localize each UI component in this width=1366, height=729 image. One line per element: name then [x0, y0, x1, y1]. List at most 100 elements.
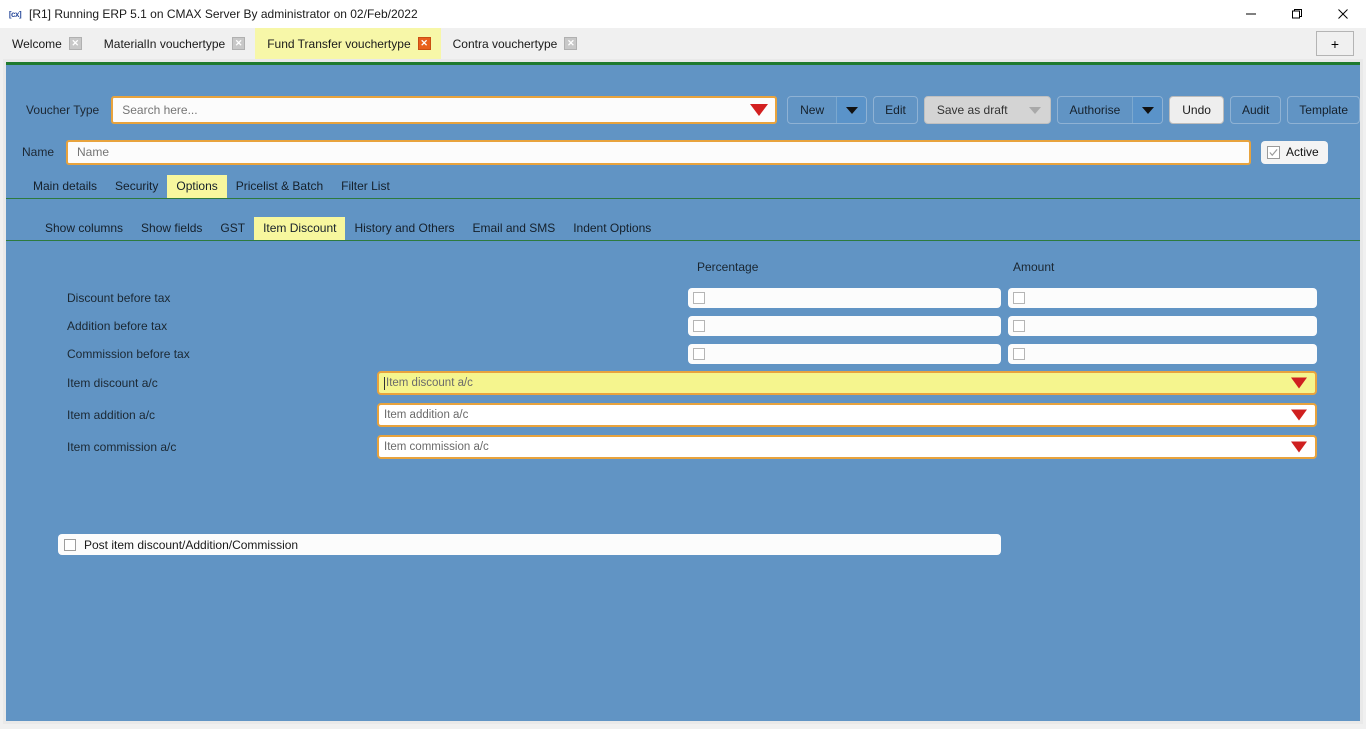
- tab-close-icon[interactable]: ✕: [68, 37, 82, 50]
- save-as-draft-button[interactable]: Save as draft: [923, 96, 1051, 124]
- cx-logo-icon: [cx]: [8, 9, 22, 19]
- commission-before-tax-percentage-checkbox[interactable]: [693, 348, 705, 360]
- tab-welcome[interactable]: Welcome ✕: [0, 28, 92, 59]
- tab-item-discount[interactable]: Item Discount: [254, 217, 346, 240]
- row-label: Item commission a/c: [67, 440, 177, 454]
- name-row: Name Active: [6, 139, 1360, 165]
- edit-button-label: Edit: [885, 103, 906, 117]
- item-discount-ac-dropdown[interactable]: Item discount a/c: [377, 371, 1317, 395]
- voucher-type-search-input[interactable]: [111, 96, 778, 124]
- post-item-discount-checkbox[interactable]: [64, 538, 76, 551]
- addition-before-tax-amount-field[interactable]: [1008, 316, 1317, 336]
- check-icon: [1269, 148, 1278, 156]
- dropdown-caret-icon[interactable]: [1291, 441, 1307, 453]
- action-toolbar: New Edit Save as draft Authorise Undo Au…: [787, 96, 1360, 124]
- item-commission-ac-placeholder: Item commission a/c: [384, 441, 489, 453]
- addition-before-tax-percentage-field[interactable]: [688, 316, 1001, 336]
- column-header-percentage: Percentage: [697, 260, 759, 274]
- undo-button-label: Undo: [1182, 103, 1211, 117]
- item-addition-ac-dropdown[interactable]: Item addition a/c: [377, 403, 1317, 427]
- template-button[interactable]: Template: [1287, 96, 1360, 124]
- window-controls: [1228, 0, 1366, 28]
- discount-before-tax-amount-checkbox[interactable]: [1013, 292, 1025, 304]
- tab-history-and-others[interactable]: History and Others: [345, 217, 463, 240]
- tab-indent-options[interactable]: Indent Options: [564, 217, 660, 240]
- tab-show-fields[interactable]: Show fields: [132, 217, 211, 240]
- tab-fund-transfer-vouchertype[interactable]: Fund Transfer vouchertype ✕: [255, 28, 441, 59]
- active-checkbox-group[interactable]: Active: [1261, 140, 1328, 164]
- tab-security[interactable]: Security: [106, 175, 167, 198]
- template-button-label: Template: [1299, 103, 1348, 117]
- column-header-amount: Amount: [1013, 260, 1055, 274]
- dropdown-caret-icon[interactable]: [1291, 377, 1307, 389]
- tab-label: Contra vouchertype: [452, 36, 558, 51]
- close-icon[interactable]: [1320, 0, 1366, 28]
- row-item-discount-ac: Item discount a/c Item discount a/c: [6, 371, 1360, 395]
- authorise-button-label: Authorise: [1069, 103, 1121, 117]
- edit-button[interactable]: Edit: [873, 96, 918, 124]
- addition-before-tax-amount-checkbox[interactable]: [1013, 320, 1025, 332]
- new-tab-button[interactable]: +: [1316, 31, 1354, 56]
- secondary-tab-row: Show columns Show fields GST Item Discou…: [6, 215, 1360, 241]
- authorise-button[interactable]: Authorise: [1056, 96, 1164, 124]
- minimize-icon[interactable]: [1228, 0, 1274, 28]
- addition-before-tax-percentage-checkbox[interactable]: [693, 320, 705, 332]
- tab-contra-vouchertype[interactable]: Contra vouchertype ✕: [441, 28, 588, 59]
- voucher-type-search-wrapper: [111, 96, 778, 124]
- row-label: Discount before tax: [67, 291, 171, 305]
- commission-before-tax-amount-field[interactable]: [1008, 344, 1317, 364]
- tab-main-details[interactable]: Main details: [24, 175, 106, 198]
- item-discount-ac-placeholder: Item discount a/c: [386, 377, 473, 389]
- commission-before-tax-amount-checkbox[interactable]: [1013, 348, 1025, 360]
- audit-button-label: Audit: [1241, 103, 1270, 117]
- row-addition-before-tax: Addition before tax: [6, 315, 1360, 337]
- name-input[interactable]: [66, 139, 1251, 165]
- post-item-discount-row[interactable]: Post item discount/Addition/Commission: [58, 534, 1001, 555]
- main-content: Voucher Type New Edit Save as draft Auth…: [6, 62, 1360, 721]
- discount-before-tax-percentage-checkbox[interactable]: [693, 292, 705, 304]
- active-label: Active: [1286, 145, 1319, 159]
- tab-options[interactable]: Options: [167, 175, 227, 198]
- window-frame: Voucher Type New Edit Save as draft Auth…: [3, 59, 1363, 724]
- tab-close-icon[interactable]: ✕: [232, 37, 246, 50]
- tab-gst[interactable]: GST: [211, 217, 254, 240]
- discount-before-tax-amount-field[interactable]: [1008, 288, 1317, 308]
- dropdown-caret-icon[interactable]: [1291, 409, 1307, 421]
- tab-pricelist-and-batch[interactable]: Pricelist & Batch: [227, 175, 332, 198]
- row-item-commission-ac: Item commission a/c Item commission a/c: [6, 435, 1360, 459]
- voucher-type-label: Voucher Type: [26, 103, 100, 117]
- row-label: Addition before tax: [67, 319, 168, 333]
- dropdown-caret-icon[interactable]: [750, 104, 769, 116]
- new-button[interactable]: New: [787, 96, 868, 124]
- tab-label: MaterialIn vouchertype: [103, 36, 226, 51]
- authorise-dropdown-arrow-icon[interactable]: [1132, 97, 1163, 123]
- name-label: Name: [21, 145, 54, 159]
- tab-show-columns[interactable]: Show columns: [36, 217, 132, 240]
- new-dropdown-arrow-icon[interactable]: [836, 97, 867, 123]
- tab-close-icon[interactable]: ✕: [417, 37, 431, 50]
- item-commission-ac-dropdown[interactable]: Item commission a/c: [377, 435, 1317, 459]
- discount-before-tax-percentage-field[interactable]: [688, 288, 1001, 308]
- primary-tab-row: Main details Security Options Pricelist …: [6, 173, 1360, 199]
- tab-label: Fund Transfer vouchertype: [267, 36, 411, 51]
- tab-materialin-vouchertype[interactable]: MaterialIn vouchertype ✕: [92, 28, 255, 59]
- new-button-label: New: [800, 103, 825, 117]
- save-as-draft-dropdown-arrow-icon[interactable]: [1019, 97, 1050, 123]
- active-checkbox[interactable]: [1267, 145, 1280, 159]
- tab-email-and-sms[interactable]: Email and SMS: [464, 217, 565, 240]
- row-item-addition-ac: Item addition a/c Item addition a/c: [6, 403, 1360, 427]
- save-as-draft-label: Save as draft: [936, 103, 1008, 117]
- text-cursor: [384, 376, 385, 390]
- row-discount-before-tax: Discount before tax: [6, 287, 1360, 309]
- undo-button[interactable]: Undo: [1169, 96, 1224, 124]
- window-titlebar: [cx] [R1] Running ERP 5.1 on CMAX Server…: [0, 0, 1366, 28]
- item-addition-ac-placeholder: Item addition a/c: [384, 409, 469, 421]
- commission-before-tax-percentage-field[interactable]: [688, 344, 1001, 364]
- tab-filter-list[interactable]: Filter List: [332, 175, 399, 198]
- audit-button[interactable]: Audit: [1229, 96, 1282, 124]
- tab-label: Welcome: [12, 36, 62, 51]
- maximize-icon[interactable]: [1274, 0, 1320, 28]
- voucher-type-row: Voucher Type New Edit Save as draft Auth…: [6, 95, 1360, 125]
- tab-close-icon[interactable]: ✕: [564, 37, 578, 50]
- row-label: Item discount a/c: [67, 376, 158, 390]
